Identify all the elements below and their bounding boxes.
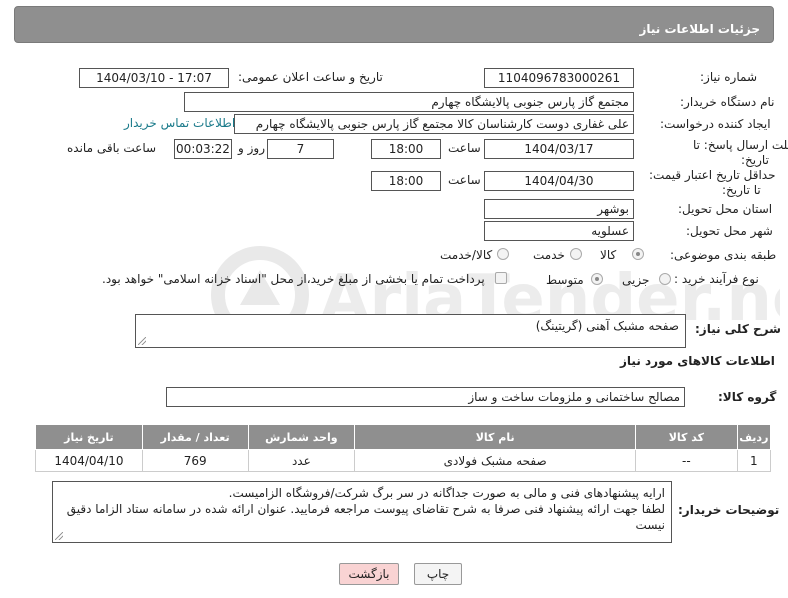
table-header-row: ردیف کد کالا نام کالا واحد شمارش تعداد /…	[35, 424, 772, 450]
validity-time-field: 18:00	[371, 171, 441, 191]
remaining-time-field: 00:03:22	[174, 139, 232, 159]
col-date-header: تاریخ نیاز	[35, 424, 143, 450]
city-field: عسلویه	[484, 221, 634, 241]
reply-days-field: 7	[267, 139, 334, 159]
category-goods-service-radio[interactable]	[497, 248, 509, 260]
buyer-notes-field: ارایه پیشنهادهای فنی و مالی به صورت جداگ…	[52, 481, 672, 543]
reply-date-field: 1404/03/17	[484, 139, 634, 159]
category-goods-service-label: کالا/خدمت	[440, 248, 493, 262]
cell-row: 1	[736, 449, 772, 472]
page-title: جزئیات اطلاعات نیاز	[639, 22, 760, 36]
treasury-checkbox[interactable]	[495, 272, 507, 284]
items-table: ردیف کد کالا نام کالا واحد شمارش تعداد /…	[35, 424, 772, 472]
process-medium-radio[interactable]	[591, 273, 603, 285]
description-field: صفحه مشبک آهنی (گریتینگ)	[135, 314, 686, 348]
col-qty-header: تعداد / مقدار	[141, 424, 249, 450]
province-label: استان محل تحویل:	[678, 202, 773, 216]
process-minor-label: جزیی	[622, 273, 650, 287]
days-and-label: روز و	[238, 141, 265, 155]
reply-deadline-label: مهلت ارسال پاسخ: تا	[693, 138, 788, 152]
price-validity-label: حداقل تاریخ اعتبار قیمت:	[649, 168, 776, 182]
cell-qty: 769	[141, 449, 249, 472]
resize-grip-icon[interactable]	[138, 337, 146, 345]
category-service-radio[interactable]	[570, 248, 582, 260]
reply-time-label: ساعت	[448, 141, 481, 155]
back-button[interactable]: بازگشت	[339, 563, 399, 585]
buyer-org-field: مجتمع گاز پارس جنوبی پالایشگاه چهارم	[184, 92, 634, 112]
validity-time-label: ساعت	[448, 173, 481, 187]
validity-date-field: 1404/04/30	[484, 171, 634, 191]
col-row-header: ردیف	[736, 424, 772, 450]
buyer-contact-link[interactable]: اطلاعات تماس خریدار	[124, 116, 235, 130]
remaining-label: ساعت باقی مانده	[67, 141, 157, 155]
buyer-org-label: نام دستگاه خریدار:	[680, 95, 775, 109]
category-goods-label: کالا	[600, 248, 617, 262]
process-minor-radio[interactable]	[659, 273, 671, 285]
treasury-note: پرداخت تمام یا بخشی از مبلغ خرید،از محل …	[102, 272, 485, 286]
col-code-header: کد کالا	[635, 424, 738, 450]
announce-datetime-field: 1404/03/10 - 17:07	[79, 68, 229, 88]
reply-time-field: 18:00	[371, 139, 441, 159]
cell-code: --	[635, 449, 738, 472]
process-medium-label: متوسط	[546, 273, 584, 287]
description-label: شرح کلی نیاز:	[695, 322, 781, 336]
category-service-label: خدمت	[533, 248, 565, 262]
page-header: جزئیات اطلاعات نیاز	[14, 6, 774, 43]
table-row: 1 -- صفحه مشبک فولادی عدد 769 1404/04/10	[35, 449, 772, 472]
goods-group-label: گروه کالا:	[718, 390, 777, 404]
col-unit-header: واحد شمارش	[247, 424, 356, 450]
cell-unit: عدد	[247, 449, 356, 472]
process-type-label: نوع فرآیند خرید :	[674, 272, 759, 286]
col-name-header: نام کالا	[354, 424, 637, 450]
goods-info-heading: اطلاعات کالاهای مورد نیاز	[620, 354, 775, 368]
cell-name: صفحه مشبک فولادی	[354, 449, 637, 472]
category-goods-radio[interactable]	[632, 248, 644, 260]
city-label: شهر محل تحویل:	[686, 224, 773, 238]
category-label: طبقه بندی موضوعی:	[670, 248, 777, 262]
need-number-label: شماره نیاز:	[700, 70, 757, 84]
requester-label: ایجاد کننده درخواست:	[660, 117, 771, 131]
need-number-field: 1104096783000261	[484, 68, 634, 88]
reply-deadline-label-2: تاریخ:	[741, 153, 769, 167]
price-validity-label-2: تا تاریخ:	[722, 183, 761, 197]
buyer-notes-line-2: لطفا جهت ارائه پیشنهاد فنی صرفا به شرح ت…	[66, 502, 665, 532]
print-button[interactable]: چاپ	[414, 563, 462, 585]
buyer-notes-label: توضیحات خریدار:	[678, 503, 780, 517]
cell-date: 1404/04/10	[35, 449, 143, 472]
requester-field: علی غفاری دوست کارشناسان کالا مجتمع گاز …	[234, 114, 634, 134]
buyer-notes-line-1: ارایه پیشنهادهای فنی و مالی به صورت جداگ…	[228, 486, 665, 500]
resize-grip-icon[interactable]	[55, 532, 63, 540]
description-text: صفحه مشبک آهنی (گریتینگ)	[535, 319, 679, 333]
province-field: بوشهر	[484, 199, 634, 219]
goods-group-field: مصالح ساختمانی و ملزومات ساخت و ساز	[166, 387, 685, 407]
announce-datetime-label: تاریخ و ساعت اعلان عمومی:	[238, 70, 383, 84]
